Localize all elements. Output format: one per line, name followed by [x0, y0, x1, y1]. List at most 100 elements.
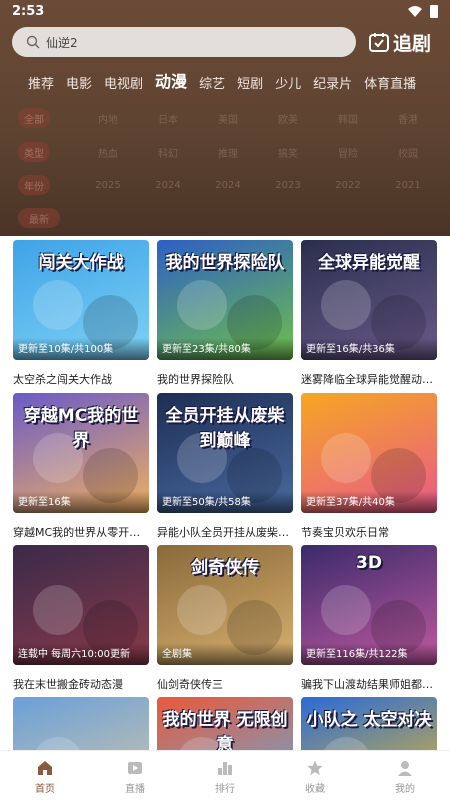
follow-button[interactable]: 追剧 — [368, 29, 431, 56]
poster-title: 我的世界探险队 — [165, 253, 285, 273]
video-poster[interactable]: 更新至37集/共40集 — [301, 393, 437, 513]
poster-title: 闯关大作战 — [38, 253, 124, 273]
video-poster[interactable]: 连载中 每周六10:00更新 — [13, 545, 149, 665]
filter-row-year: 年份 2025 2024 2024 2023 2022 2021 — [18, 173, 438, 197]
filter-option[interactable]: 校园 — [378, 145, 438, 160]
star-icon — [307, 760, 323, 775]
filter-key[interactable]: 类型 — [18, 142, 50, 162]
nav-label: 直播 — [125, 784, 145, 795]
episode-badge: 连载中 每周六10:00更新 — [13, 643, 149, 665]
user-icon — [398, 761, 412, 776]
filter-option[interactable]: 2022 — [318, 180, 378, 191]
poster-decoration — [321, 585, 371, 635]
poster-decoration — [321, 433, 371, 483]
filter-option[interactable]: 2025 — [78, 180, 138, 191]
filter-option[interactable]: 2024 — [198, 180, 258, 191]
rank-icon — [218, 762, 232, 775]
tab-documentary[interactable]: 纪录片 — [313, 73, 352, 92]
video-title[interactable]: 骗我下山渡劫结果师姐都… — [301, 676, 437, 692]
video-poster[interactable]: 全员开挂从废柴到巅峰 更新至50集/共58集 — [157, 393, 293, 513]
poster-title: 穿越MC我的世界 — [23, 406, 139, 451]
filter-option[interactable]: 日本 — [138, 111, 198, 126]
category-tabs: 推荐 电影 电视剧 动漫 综艺 短剧 少儿 纪录片 体育直播 — [28, 68, 416, 92]
video-poster[interactable]: 3D 更新至116集/共122集 — [301, 545, 437, 665]
filter-option[interactable]: 2023 — [258, 180, 318, 191]
nav-favorites[interactable]: 收藏 — [270, 751, 360, 800]
filter-option[interactable]: 欧美 — [258, 111, 318, 126]
filter-option[interactable]: 香港 — [378, 111, 438, 126]
tab-kids[interactable]: 少儿 — [275, 73, 301, 92]
poster-title: 我的世界 无限创意 — [162, 710, 288, 755]
nav-label: 首页 — [35, 784, 55, 795]
filter-key[interactable]: 年份 — [18, 175, 50, 195]
follow-label: 追剧 — [393, 32, 432, 55]
video-poster[interactable]: 穿越MC我的世界更新至16集 — [13, 393, 149, 513]
status-icons — [408, 5, 438, 18]
episode-badge: 全剧集 — [157, 643, 293, 665]
tab-movie[interactable]: 电影 — [66, 73, 92, 92]
video-poster[interactable]: 全球异能觉醒 更新至16集/共36集 — [301, 240, 437, 360]
status-bar: 2:53 — [0, 0, 450, 22]
video-title[interactable]: 异能小队全员开挂从废柴… — [157, 524, 293, 540]
search-icon — [26, 35, 40, 49]
tab-tv-series[interactable]: 电视剧 — [104, 73, 143, 92]
filter-option[interactable]: 内地 — [78, 111, 138, 126]
video-poster[interactable]: 我的世界探险队 更新至23集/共80集 — [157, 240, 293, 360]
nav-live[interactable]: 直播 — [90, 751, 180, 800]
filter-row-genre: 类型 热血 科幻 推理 搞笑 冒险 校园 — [18, 140, 438, 164]
search-query: 仙逆2 — [46, 35, 78, 50]
tab-sports-live[interactable]: 体育直播 — [364, 73, 416, 92]
nav-home[interactable]: 首页 — [0, 751, 90, 800]
status-time: 2:53 — [12, 4, 45, 19]
filter-option[interactable]: 科幻 — [138, 145, 198, 160]
video-title[interactable]: 穿越MC我的世界从零开始… — [13, 524, 149, 540]
episode-badge: 更新至37集/共40集 — [301, 491, 437, 513]
filter-option[interactable]: 热血 — [78, 145, 138, 160]
filter-option[interactable]: 冒险 — [318, 145, 378, 160]
filter-row-sort: 最新 — [18, 206, 438, 230]
video-title[interactable]: 我在末世搬金砖动态漫 — [13, 676, 149, 692]
nav-label: 排行 — [215, 784, 235, 795]
bottom-nav: 首页 直播 排行 收藏 我的 — [0, 750, 450, 800]
filter-key[interactable]: 最新 — [18, 208, 60, 228]
episode-badge: 更新至10集/共100集 — [13, 338, 149, 360]
video-title[interactable]: 太空杀之闯关大作战 — [13, 371, 149, 387]
poster-title: 小队之 太空对决 — [306, 710, 432, 730]
filter-option[interactable]: 韩国 — [318, 111, 378, 126]
calendar-check-icon — [369, 33, 389, 52]
video-poster[interactable]: 闯关大作战更新至10集/共100集 — [13, 240, 149, 360]
filter-option[interactable]: 推理 — [198, 145, 258, 160]
episode-badge: 更新至16集/共36集 — [301, 338, 437, 360]
poster-decoration — [177, 585, 227, 635]
filter-option[interactable]: 2021 — [378, 180, 438, 191]
filter-option[interactable]: 2024 — [138, 180, 198, 191]
tab-recommend[interactable]: 推荐 — [28, 73, 54, 92]
nav-rank[interactable]: 排行 — [180, 751, 270, 800]
video-title[interactable]: 迷雾降临全球异能觉醒动… — [301, 371, 437, 387]
live-icon — [128, 762, 142, 774]
poster-decoration — [33, 585, 83, 635]
poster-title: 剑奇侠传 — [191, 558, 259, 578]
filter-key[interactable]: 全部 — [18, 108, 50, 128]
video-title[interactable]: 节奏宝贝欢乐日常 — [301, 524, 437, 540]
search-row: 仙逆2 追剧 — [12, 27, 438, 57]
home-icon — [38, 761, 52, 775]
filter-option[interactable]: 搞笑 — [258, 145, 318, 160]
tab-short-drama[interactable]: 短剧 — [237, 73, 263, 92]
video-poster[interactable]: 剑奇侠传 全剧集 — [157, 545, 293, 665]
tab-anime[interactable]: 动漫 — [155, 68, 187, 92]
episode-badge: 更新至50集/共58集 — [157, 491, 293, 513]
video-title[interactable]: 我的世界探险队 — [157, 371, 293, 387]
video-title[interactable]: 仙剑奇侠传三 — [157, 676, 293, 692]
wifi-icon — [408, 6, 422, 17]
tab-variety[interactable]: 综艺 — [199, 73, 225, 92]
nav-profile[interactable]: 我的 — [360, 751, 450, 800]
poster-title: 3D — [356, 553, 382, 573]
filter-option[interactable]: 美国 — [198, 111, 258, 126]
poster-title: 全球异能觉醒 — [318, 253, 420, 273]
poster-decoration — [321, 280, 371, 330]
search-input[interactable]: 仙逆2 — [12, 27, 356, 57]
poster-decoration — [33, 280, 83, 330]
episode-badge: 更新至116集/共122集 — [301, 643, 437, 665]
episode-badge: 更新至16集 — [13, 491, 149, 513]
